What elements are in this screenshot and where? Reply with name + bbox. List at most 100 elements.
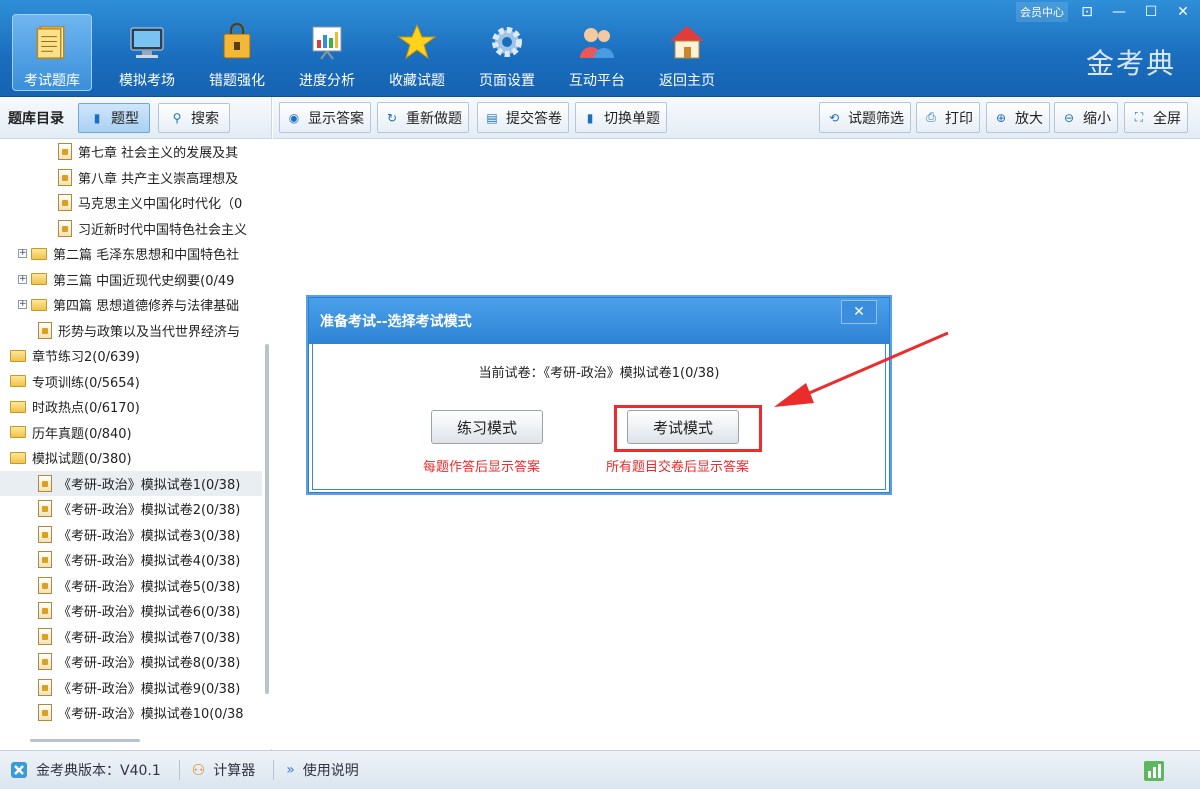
left-pane: 题库目录 ▮ 题型 ⚲ 搜索 第七章 社会主义的发展及其 第八章 共产主义崇高理想…: [0, 97, 272, 750]
scroll-thumb[interactable]: [265, 344, 269, 694]
filter-icon: ⟲: [828, 110, 840, 125]
calculator-button[interactable]: ⚇ 计算器: [192, 760, 255, 780]
filter-button[interactable]: ⟲ 试题筛选: [819, 102, 911, 133]
submit-button[interactable]: ▤ 提交答卷: [477, 102, 569, 133]
type-button[interactable]: ▮ 题型: [78, 102, 150, 133]
tree-item-label: 第七章 社会主义的发展及其: [78, 146, 239, 162]
nav-label: 进度分析: [299, 73, 355, 89]
tree-item[interactable]: 习近新时代中国特色社会主义: [0, 216, 262, 242]
tree-item[interactable]: 《考研-政治》模拟试卷1(0/38): [0, 470, 262, 496]
tree-item-label: 第三篇 中国近现代史纲要(0/49: [53, 273, 235, 289]
main-nav: 考试题库 模拟考场 错题强化 进度分析 收藏试题 页面设置 互动平台 返回主页: [12, 14, 732, 91]
document-icon: [38, 678, 52, 696]
switch-single-button[interactable]: ▮ 切换单题: [575, 102, 667, 133]
close-icon[interactable]: ✕: [1170, 2, 1196, 22]
tree-item[interactable]: 第七章 社会主义的发展及其: [0, 139, 262, 165]
document-icon: [58, 194, 72, 212]
maximize-icon[interactable]: ☐: [1138, 2, 1164, 22]
folder-icon: [10, 400, 26, 413]
folder-icon: [31, 298, 47, 311]
show-answer-button[interactable]: ◉ 显示答案: [279, 102, 371, 133]
folder-icon: [10, 349, 26, 362]
tree-item[interactable]: 专项训练(0/5654): [0, 369, 262, 395]
tree-item-label: 时政热点(0/6170): [32, 401, 140, 417]
app-logo-icon: [11, 762, 27, 778]
fullscreen-icon: ⛶: [1134, 110, 1144, 124]
brand-logo: 金考典: [1085, 47, 1176, 80]
nav-page-settings[interactable]: 页面设置: [462, 14, 552, 91]
tree-item-label: 历年真题(0/840): [32, 426, 132, 442]
gear-icon: [492, 27, 522, 57]
tree-item[interactable]: 《考研-政治》模拟试卷7(0/38): [0, 624, 262, 650]
tree-item[interactable]: 第八章 共产主义崇高理想及: [0, 165, 262, 191]
expand-icon[interactable]: +: [18, 274, 27, 284]
tree-item[interactable]: 《考研-政治》模拟试卷4(0/38): [0, 547, 262, 573]
document-icon: [38, 704, 52, 722]
tree-item-label: 第二篇 毛泽东思想和中国特色社: [53, 248, 240, 264]
expand-icon[interactable]: +: [18, 300, 27, 310]
stats-icon[interactable]: [1144, 761, 1164, 781]
zoom-in-label: 放大: [1015, 110, 1043, 127]
tree-item[interactable]: 时政热点(0/6170): [0, 394, 262, 420]
zoom-out-button[interactable]: ⊖ 缩小: [1054, 102, 1118, 133]
minimize-icon[interactable]: —: [1106, 2, 1132, 22]
tree-item[interactable]: + 第二篇 毛泽东思想和中国特色社: [0, 241, 262, 267]
expand-icon[interactable]: +: [18, 249, 27, 259]
tree-item-label: 习近新时代中国特色社会主义: [78, 222, 248, 238]
highlight-box: [614, 405, 762, 452]
tree-vertical-scrollbar[interactable]: [262, 139, 272, 749]
nav-progress[interactable]: 进度分析: [282, 14, 372, 91]
tree-item[interactable]: 《考研-政治》模拟试卷9(0/38): [0, 675, 262, 701]
eye-icon: ◉: [288, 110, 300, 125]
nav-label: 返回主页: [659, 73, 715, 89]
calculator-icon: ⚇: [191, 761, 206, 779]
document-icon: [38, 602, 52, 620]
tree-item[interactable]: 历年真题(0/840): [0, 420, 262, 446]
tree-item[interactable]: 《考研-政治》模拟试卷3(0/38): [0, 522, 262, 548]
nav-favorites[interactable]: 收藏试题: [372, 14, 462, 91]
fullscreen-button[interactable]: ⛶ 全屏: [1124, 102, 1188, 133]
tree-item[interactable]: 形势与政策以及当代世界经济与: [0, 318, 262, 344]
member-center-link[interactable]: 会员中心: [1016, 2, 1068, 22]
tree-item[interactable]: 《考研-政治》模拟试卷10(0/38: [0, 700, 262, 726]
practice-mode-button[interactable]: 练习模式: [431, 410, 543, 444]
tree-item[interactable]: 《考研-政治》模拟试卷8(0/38): [0, 649, 262, 675]
manual-button[interactable]: » 使用说明: [286, 760, 359, 780]
submit-label: 提交答卷: [506, 110, 562, 127]
folder-icon: [10, 426, 26, 439]
tree-item-label: 章节练习2(0/639): [32, 350, 140, 366]
tree-item[interactable]: + 第四篇 思想道德修养与法律基础: [0, 292, 262, 318]
nav-mock-exam[interactable]: 模拟考场: [102, 14, 192, 91]
nav-community[interactable]: 互动平台: [552, 14, 642, 91]
tree-item[interactable]: 《考研-政治》模拟试卷6(0/38): [0, 598, 262, 624]
document-icon: [38, 474, 52, 492]
print-button[interactable]: ⎙ 打印: [916, 102, 980, 133]
tree-horizontal-scrollbar[interactable]: [30, 739, 140, 742]
search-button[interactable]: ⚲ 搜索: [158, 102, 230, 133]
tree-item-label: 第八章 共产主义崇高理想及: [78, 171, 239, 187]
nav-home[interactable]: 返回主页: [642, 14, 732, 91]
top-header: 考试题库 模拟考场 错题强化 进度分析 收藏试题 页面设置 互动平台 返回主页 …: [0, 0, 1200, 97]
nav-label: 互动平台: [569, 73, 625, 89]
dialog-close-button[interactable]: ✕: [841, 300, 877, 324]
printer-icon: ⎙: [926, 110, 936, 124]
zoom-in-button[interactable]: ⊕ 放大: [986, 102, 1050, 133]
tree-item[interactable]: 《考研-政治》模拟试卷5(0/38): [0, 573, 262, 599]
tree-item-label: 《考研-政治》模拟试卷7(0/38): [58, 630, 241, 646]
refresh-icon: ↻: [386, 110, 398, 125]
nav-label: 模拟考场: [119, 73, 175, 89]
tree-item[interactable]: + 第三篇 中国近现代史纲要(0/49: [0, 267, 262, 293]
tree-item[interactable]: 章节练习2(0/639): [0, 343, 262, 369]
tree-item[interactable]: 马克思主义中国化时代化（0: [0, 190, 262, 216]
document-icon: [58, 219, 72, 237]
print-label: 打印: [945, 110, 973, 127]
nav-label: 考试题库: [24, 73, 80, 89]
tree-item[interactable]: 模拟试题(0/380): [0, 445, 262, 471]
document-icon: [38, 653, 52, 671]
nav-wrong-questions[interactable]: 错题强化: [192, 14, 282, 91]
restore-icon[interactable]: ⊡: [1074, 2, 1100, 22]
redo-button[interactable]: ↻ 重新做题: [377, 102, 469, 133]
nav-question-bank[interactable]: 考试题库: [12, 14, 92, 91]
tree-item[interactable]: 《考研-政治》模拟试卷2(0/38): [0, 496, 262, 522]
show-answer-label: 显示答案: [308, 110, 364, 127]
